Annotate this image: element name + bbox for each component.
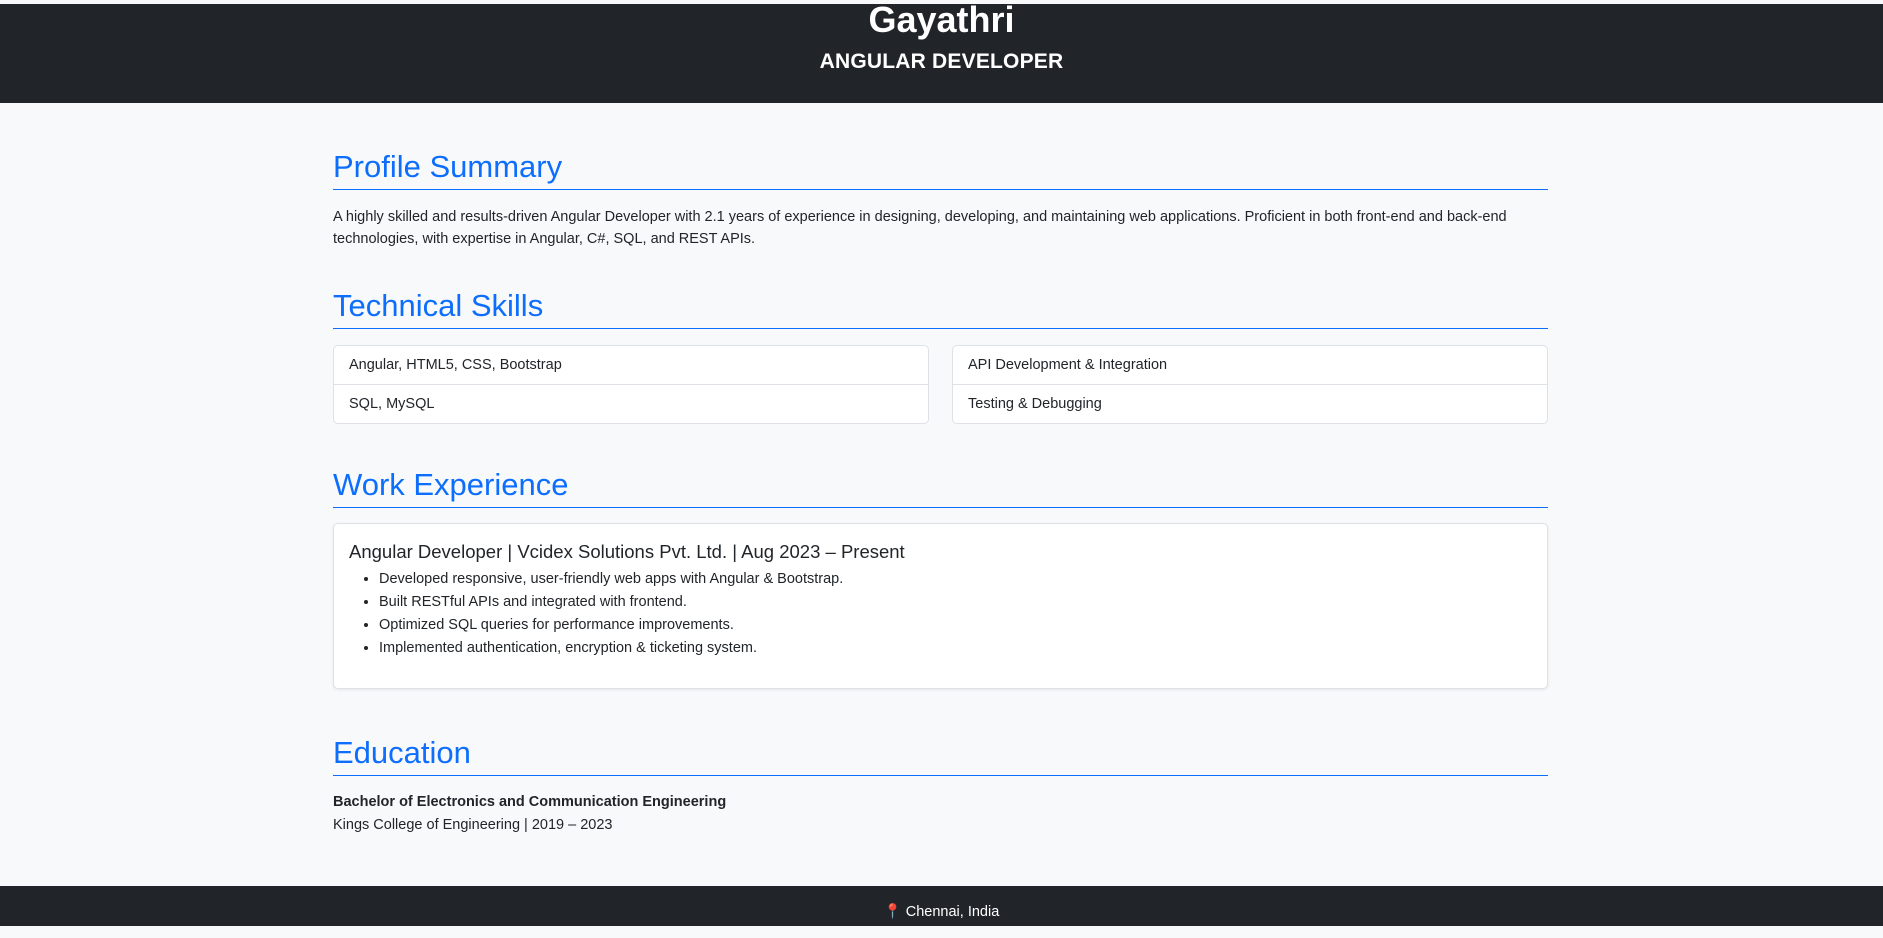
header: Gayathri ANGULAR DEVELOPER bbox=[0, 0, 1883, 103]
footer: 📍 Chennai, India bbox=[0, 886, 1883, 926]
technical-skills-section: Technical Skills Angular, HTML5, CSS, Bo… bbox=[333, 286, 1548, 424]
education-degree: Bachelor of Electronics and Communicatio… bbox=[333, 794, 727, 810]
work-experience-section: Work Experience Angular Developer | Vcid… bbox=[333, 465, 1548, 689]
candidate-name: Gayathri bbox=[868, 0, 1015, 40]
job-card: Angular Developer | Vcidex Solutions Pvt… bbox=[333, 523, 1548, 689]
skill-item: SQL, MySQL bbox=[349, 396, 435, 412]
education-school: Kings College of Engineering | 2019 – 20… bbox=[333, 817, 613, 833]
section-title-work-experience: Work Experience bbox=[333, 465, 1548, 508]
skills-list-left: Angular, HTML5, CSS, Bootstrap SQL, MySQ… bbox=[333, 345, 929, 424]
education-section: Education Bachelor of Electronics and Co… bbox=[333, 733, 1548, 837]
map-pin-icon: 📍 bbox=[883, 904, 902, 920]
job-bullet: Optimized SQL queries for performance im… bbox=[379, 614, 1532, 637]
section-title-education: Education bbox=[333, 733, 1548, 776]
job-bullet: Built RESTful APIs and integrated with f… bbox=[379, 591, 1532, 614]
skills-grid: Angular, HTML5, CSS, Bootstrap SQL, MySQ… bbox=[333, 345, 1548, 424]
skill-item: Angular, HTML5, CSS, Bootstrap bbox=[334, 346, 928, 385]
job-bullet: Developed responsive, user-friendly web … bbox=[379, 568, 1532, 591]
profile-summary-text: A highly skilled and results-driven Angu… bbox=[333, 209, 1507, 247]
profile-summary-section: Profile Summary A highly skilled and res… bbox=[333, 147, 1548, 250]
job-bullets: Developed responsive, user-friendly web … bbox=[349, 568, 1532, 660]
footer-location: Chennai, India bbox=[905, 904, 1000, 920]
skill-item: API Development & Integration bbox=[953, 346, 1547, 385]
candidate-role: ANGULAR DEVELOPER bbox=[819, 50, 1064, 73]
skills-list-right: API Development & Integration Testing & … bbox=[952, 345, 1548, 424]
section-title-technical-skills: Technical Skills bbox=[333, 286, 1548, 329]
job-bullet: Implemented authentication, encryption &… bbox=[379, 637, 1532, 660]
resume-content: Profile Summary A highly skilled and res… bbox=[333, 103, 1548, 837]
job-title: Angular Developer | Vcidex Solutions Pvt… bbox=[349, 541, 905, 562]
section-title-profile-summary: Profile Summary bbox=[333, 147, 1548, 190]
skill-item: Testing & Debugging bbox=[968, 396, 1102, 412]
